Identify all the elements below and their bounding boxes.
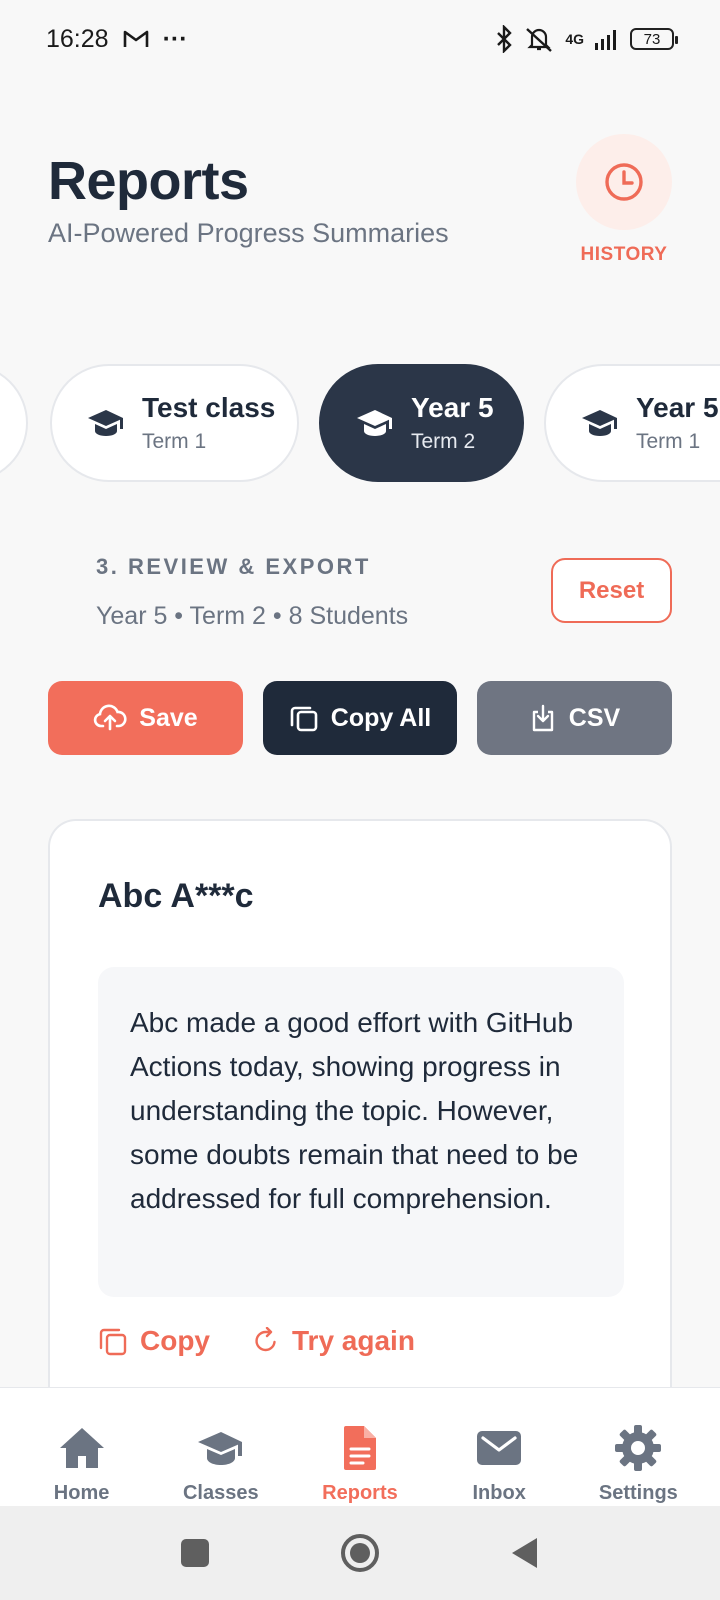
class-chip-partial[interactable] <box>0 364 28 482</box>
nav-home[interactable]: Home <box>17 1388 147 1505</box>
csv-label: CSV <box>568 703 621 732</box>
nav-classes[interactable]: Classes <box>156 1388 286 1505</box>
gear-icon <box>615 1425 662 1471</box>
copy-all-label: Copy All <box>330 703 432 732</box>
class-term: Term 1 <box>636 430 701 453</box>
nav-settings[interactable]: Settings <box>573 1388 703 1505</box>
page-title: Reports <box>48 151 249 211</box>
history-label: HISTORY <box>580 244 668 265</box>
class-name: Year 5 <box>411 392 494 423</box>
nav-inbox[interactable]: Inbox <box>434 1388 564 1505</box>
back-icon[interactable] <box>509 1536 541 1570</box>
nav-label: Settings <box>598 1482 678 1504</box>
system-nav-bar <box>0 1506 720 1600</box>
class-chip-year5-term1[interactable]: Year 5 Term 1 <box>544 364 720 482</box>
report-card: Abc A***c Abc made a good effort with Gi… <box>48 819 672 1389</box>
class-term: Term 1 <box>142 430 207 453</box>
save-label: Save <box>139 703 198 732</box>
graduation-cap-icon <box>88 410 123 436</box>
gmail-icon <box>123 30 148 47</box>
copy-icon <box>290 706 318 732</box>
bottom-nav: Home Classes Reports Inbox Settings <box>0 1387 720 1506</box>
refresh-icon <box>255 1327 276 1352</box>
download-icon <box>532 704 553 732</box>
class-chip-test-class[interactable]: Test class Term 1 <box>50 364 299 482</box>
copy-all-button[interactable]: Copy All <box>263 681 457 755</box>
class-term: Term 2 <box>411 430 476 453</box>
step-title: 3. REVIEW & EXPORT <box>96 554 371 579</box>
mail-icon <box>477 1431 522 1465</box>
csv-button[interactable]: CSV <box>477 681 672 755</box>
graduation-cap-icon <box>197 1432 242 1465</box>
class-name: Year 5 <box>636 392 719 423</box>
mute-icon <box>526 28 553 52</box>
step-subtitle: Year 5 • Term 2 • 8 Students <box>96 602 409 630</box>
nav-label: Home <box>53 1482 110 1504</box>
network-type: 4G <box>565 31 584 47</box>
copy-label: Copy <box>140 1325 210 1356</box>
bluetooth-icon <box>497 25 513 53</box>
reset-button[interactable]: Reset <box>551 558 672 623</box>
battery-icon: 73 <box>630 28 678 50</box>
clock-icon <box>605 163 643 201</box>
class-selector: Test class Term 1 Year 5 Term 2 Year 5 T… <box>0 364 720 484</box>
try-again-button[interactable]: Try again <box>252 1325 415 1357</box>
status-more-dots: ··· <box>162 24 188 53</box>
signal-icon <box>595 30 616 50</box>
report-text[interactable]: Abc made a good effort with GitHub Actio… <box>98 967 624 1297</box>
status-bar: 16:28 ··· 4G 73 <box>0 0 720 78</box>
student-name: Abc A***c <box>98 877 254 915</box>
nav-label: Inbox <box>472 1482 526 1504</box>
recent-apps-icon[interactable] <box>179 1537 211 1569</box>
home-icon <box>59 1428 104 1468</box>
class-chip-year5-term2[interactable]: Year 5 Term 2 <box>319 364 524 482</box>
copy-report-button[interactable]: Copy <box>98 1325 210 1357</box>
class-name: Test class <box>142 392 276 423</box>
nav-reports[interactable]: Reports <box>295 1388 425 1505</box>
cloud-upload-icon <box>94 704 127 731</box>
nav-label: Reports <box>322 1482 398 1504</box>
graduation-cap-icon <box>357 410 392 436</box>
page-header: Reports AI-Powered Progress Summaries <box>48 150 449 249</box>
document-icon <box>343 1426 376 1470</box>
nav-label: Classes <box>182 1482 259 1504</box>
history-button[interactable]: HISTORY <box>570 134 678 266</box>
graduation-cap-icon <box>582 410 617 436</box>
copy-icon <box>99 1328 127 1356</box>
home-circle-icon[interactable] <box>339 1532 381 1574</box>
save-button[interactable]: Save <box>48 681 243 755</box>
try-again-label: Try again <box>292 1325 415 1356</box>
page-subtitle: AI-Powered Progress Summaries <box>48 218 449 248</box>
status-time: 16:28 <box>46 24 109 53</box>
